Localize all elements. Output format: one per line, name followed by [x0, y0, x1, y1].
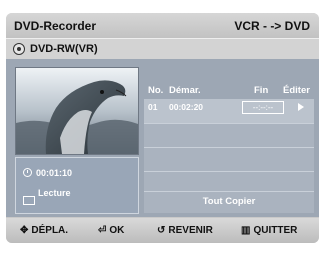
disc-type-label: DVD-RW(VR): [30, 43, 98, 55]
row-start-time: 00:02:20: [169, 102, 204, 112]
dvd-recorder-screen: DVD-Recorder VCR - -> DVD DVD-RW(VR) 00:…: [6, 13, 319, 243]
column-header-no: No.: [148, 85, 164, 96]
menu-icon: ▥: [241, 225, 251, 236]
play-icon[interactable]: [298, 103, 304, 111]
disc-bar: DVD-RW(VR): [6, 38, 319, 60]
column-header-edit: Éditer: [283, 85, 310, 96]
copy-direction: VCR - -> DVD: [234, 19, 310, 33]
return-label: REVENIR: [168, 225, 213, 236]
playback-icon: .: [23, 196, 35, 205]
list-item[interactable]: 01 00:02:20 --:--:--: [144, 99, 314, 124]
column-header-end: Fin: [254, 85, 269, 96]
return-hint: ↺ REVENIR: [157, 225, 213, 236]
list-item[interactable]: [144, 171, 314, 192]
navigation-bar: ✥ DÉPLA. ⏎ OK ↺ REVENIR ▥ QUITTER: [6, 218, 319, 243]
column-header-start: Démar.: [169, 85, 201, 96]
title-bar: DVD-Recorder VCR - -> DVD: [6, 13, 319, 38]
video-thumbnail: [15, 67, 139, 155]
title-info-box: 00:01:10 .Lecture: [15, 157, 139, 214]
main-panel: 00:01:10 .Lecture No. Démar. Fin Éditer …: [6, 59, 319, 217]
move-hint: ✥ DÉPLA.: [20, 225, 68, 236]
return-icon: ↺: [157, 225, 166, 236]
row-number: 01: [148, 102, 158, 112]
copy-all-button[interactable]: Tout Copier: [144, 191, 314, 213]
enter-icon: ⏎: [98, 225, 107, 236]
play-mode-label: Lecture: [38, 188, 71, 198]
disc-icon: [13, 43, 25, 55]
list-item[interactable]: [144, 147, 314, 172]
dolphin-image: [16, 68, 138, 154]
row-end-time-field[interactable]: --:--:--: [242, 101, 284, 114]
elapsed-time: 00:01:10: [36, 168, 73, 178]
list-header: No. Démar. Fin Éditer: [144, 85, 314, 97]
copy-list: 01 00:02:20 --:--:-- Tout Copier: [144, 99, 314, 213]
screen-title: DVD-Recorder: [14, 19, 97, 33]
clock-icon: [23, 168, 32, 177]
exit-hint: ▥ QUITTER: [241, 225, 297, 236]
move-label: DÉPLA.: [31, 225, 69, 236]
list-item[interactable]: [144, 123, 314, 148]
ok-hint: ⏎ OK: [98, 225, 124, 236]
directional-arrows-icon: ✥: [20, 225, 29, 236]
ok-label: OK: [109, 225, 125, 236]
exit-label: QUITTER: [253, 225, 298, 236]
